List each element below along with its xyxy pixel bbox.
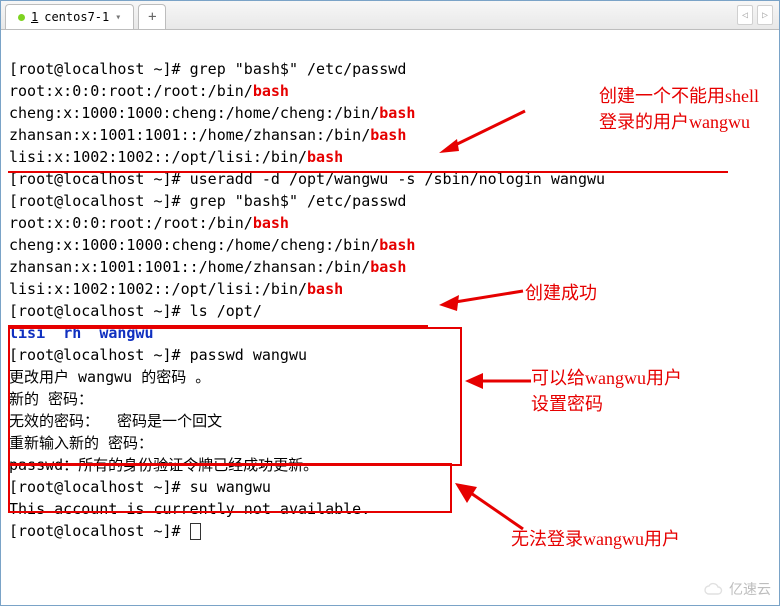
annotation-1: 创建一个不能用shell 登录的用户wangwu [599, 83, 759, 135]
tab-dropdown-icon[interactable]: ▾ [115, 12, 121, 23]
cloud-icon [703, 582, 725, 596]
line-9b: bash [379, 236, 415, 254]
line-1: [root@localhost ~]# grep "bash$" /etc/pa… [9, 60, 406, 78]
add-tab-button[interactable]: + [138, 4, 166, 29]
line-2b: bash [253, 82, 289, 100]
line-2a: root:x:0:0:root:/root:/bin/ [9, 82, 253, 100]
tab-bar: 1 centos7-1 ▾ + ◁ ▷ [1, 1, 779, 30]
line-11b: bash [307, 280, 343, 298]
cursor-icon [190, 523, 201, 540]
arrow-4-icon [451, 481, 531, 535]
line-10b: bash [370, 258, 406, 276]
box-passwd [8, 327, 462, 466]
line-12: [root@localhost ~]# ls /opt/ [9, 302, 262, 320]
tab-centos7[interactable]: 1 centos7-1 ▾ [5, 4, 134, 29]
arrow-3-icon [463, 373, 533, 391]
line-3b: bash [379, 104, 415, 122]
arrow-2-icon [435, 287, 525, 313]
line-11a: lisi:x:1002:1002::/opt/lisi:/bin/ [9, 280, 307, 298]
box-su [8, 463, 452, 513]
status-dot-icon [18, 14, 25, 21]
line-8b: bash [253, 214, 289, 232]
line-22: [root@localhost ~]# [9, 522, 190, 540]
tab-scroll-left-button[interactable]: ◁ [737, 5, 753, 25]
annotation-4: 无法登录wangwu用户 [511, 525, 680, 551]
arrow-1-icon [437, 107, 527, 157]
tab-scroll-right-button[interactable]: ▷ [757, 5, 773, 25]
line-4b: bash [370, 126, 406, 144]
line-5a: lisi:x:1002:1002::/opt/lisi:/bin/ [9, 148, 307, 166]
line-10a: zhansan:x:1001:1001::/home/zhansan:/bin/ [9, 258, 370, 276]
line-8a: root:x:0:0:root:/root:/bin/ [9, 214, 253, 232]
line-3a: cheng:x:1000:1000:cheng:/home/cheng:/bin… [9, 104, 379, 122]
line-5b: bash [307, 148, 343, 166]
annotation-3: 可以给wangwu用户 设置密码 [531, 365, 682, 417]
watermark: 亿速云 [703, 579, 771, 599]
underline-1 [8, 171, 728, 173]
line-7: [root@localhost ~]# grep "bash$" /etc/pa… [9, 192, 406, 210]
line-9a: cheng:x:1000:1000:cheng:/home/cheng:/bin… [9, 236, 379, 254]
annotation-2: 创建成功 [525, 279, 597, 305]
tab-title: centos7-1 [44, 10, 109, 24]
line-4a: zhansan:x:1001:1001::/home/zhansan:/bin/ [9, 126, 370, 144]
tab-index: 1 [31, 10, 38, 24]
